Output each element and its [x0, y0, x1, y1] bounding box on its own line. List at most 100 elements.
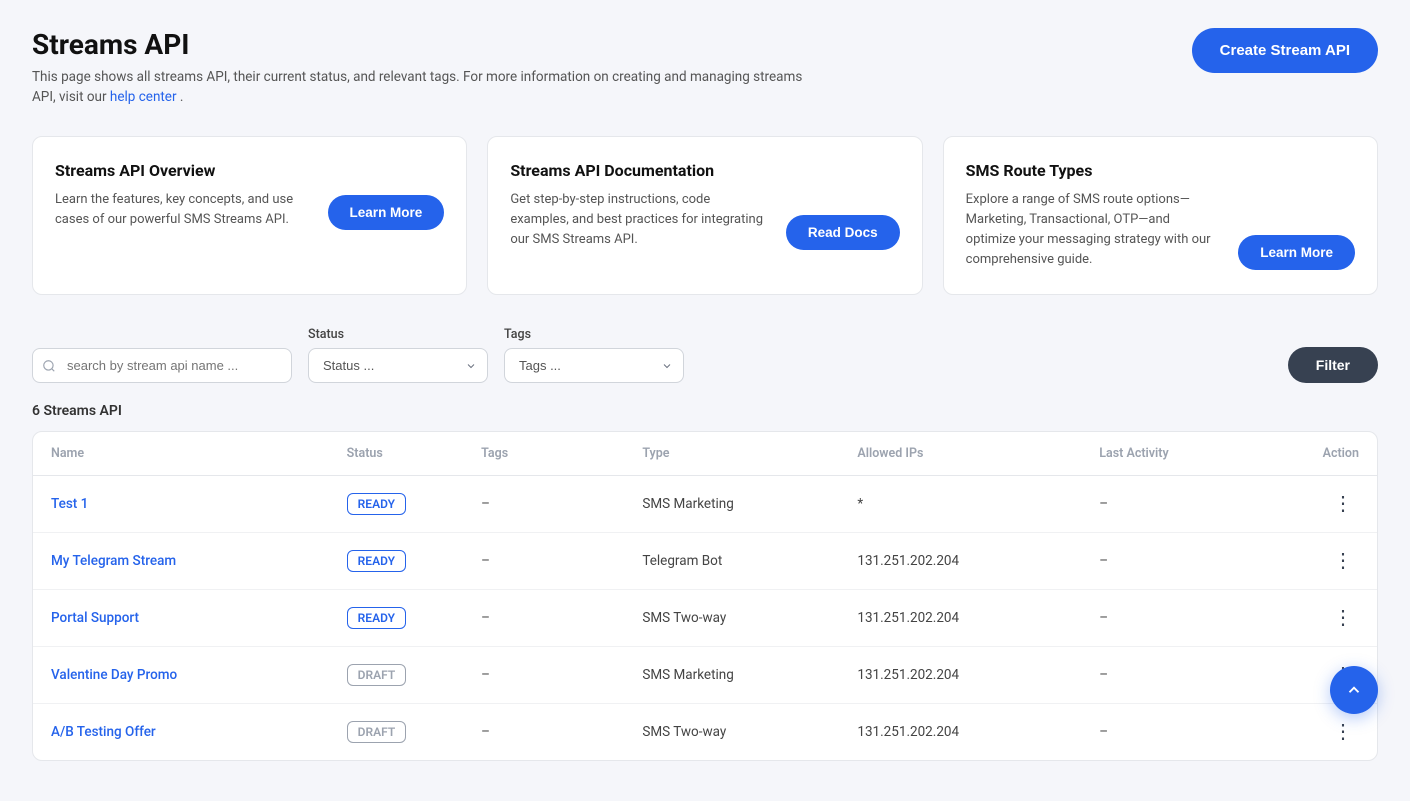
cell-last-activity-4: – [1081, 704, 1256, 761]
info-card-documentation-body: Get step-by-step instructions, code exam… [510, 190, 899, 250]
info-card-documentation-title: Streams API Documentation [510, 161, 899, 180]
col-header-action: Action [1256, 432, 1377, 476]
cell-status-0: READY [329, 476, 463, 533]
info-card-documentation: Streams API Documentation Get step-by-st… [487, 136, 922, 296]
filter-button[interactable]: Filter [1288, 347, 1378, 383]
table-header-row: Name Status Tags Type Allowed IPs Last A… [33, 432, 1377, 476]
status-badge-4: DRAFT [347, 721, 407, 743]
info-card-overview-title: Streams API Overview [55, 161, 444, 180]
cell-allowed-ips-0: * [839, 476, 1081, 533]
col-header-name: Name [33, 432, 329, 476]
cell-action-0: ⋮ [1256, 476, 1377, 533]
streams-count: 6 Streams API [32, 403, 1378, 419]
stream-name-link-1[interactable]: My Telegram Stream [51, 553, 176, 569]
cell-type-2: SMS Two-way [624, 590, 839, 647]
stream-name-link-0[interactable]: Test 1 [51, 496, 88, 512]
search-icon [42, 359, 56, 373]
cell-name-2: Portal Support [33, 590, 329, 647]
tags-label: Tags [504, 327, 684, 342]
cell-tags-1: – [463, 533, 624, 590]
cell-type-4: SMS Two-way [624, 704, 839, 761]
status-filter-group: Status Status ... [308, 327, 488, 383]
info-card-sms-route-text: Explore a range of SMS route options— Ma… [966, 190, 1223, 271]
cell-allowed-ips-2: 131.251.202.204 [839, 590, 1081, 647]
tags-select[interactable]: Tags ... [504, 348, 684, 383]
search-input[interactable] [32, 348, 292, 383]
status-badge-0: READY [347, 493, 406, 515]
page-subtitle: This page shows all streams API, their c… [32, 67, 812, 108]
info-card-sms-route: SMS Route Types Explore a range of SMS r… [943, 136, 1378, 296]
row-action-button-4[interactable]: ⋮ [1327, 720, 1359, 744]
table-body: Test 1 READY – SMS Marketing * – ⋮ My Te… [33, 476, 1377, 761]
page-header-left: Streams API This page shows all streams … [32, 28, 812, 108]
cell-type-0: SMS Marketing [624, 476, 839, 533]
cell-name-1: My Telegram Stream [33, 533, 329, 590]
cell-action-2: ⋮ [1256, 590, 1377, 647]
cell-last-activity-0: – [1081, 476, 1256, 533]
cell-name-4: A/B Testing Offer [33, 704, 329, 761]
info-card-sms-route-button[interactable]: Learn More [1238, 235, 1355, 270]
table-header: Name Status Tags Type Allowed IPs Last A… [33, 432, 1377, 476]
cell-tags-4: – [463, 704, 624, 761]
cell-name-3: Valentine Day Promo [33, 647, 329, 704]
stream-name-link-3[interactable]: Valentine Day Promo [51, 667, 177, 683]
status-badge-1: READY [347, 550, 406, 572]
info-card-sms-route-title: SMS Route Types [966, 161, 1355, 180]
info-card-documentation-text: Get step-by-step instructions, code exam… [510, 190, 770, 250]
col-header-status: Status [329, 432, 463, 476]
cell-status-4: DRAFT [329, 704, 463, 761]
status-badge-3: DRAFT [347, 664, 407, 686]
col-header-type: Type [624, 432, 839, 476]
cell-type-3: SMS Marketing [624, 647, 839, 704]
cell-name-0: Test 1 [33, 476, 329, 533]
info-card-overview-button[interactable]: Learn More [328, 195, 445, 230]
page-header: Streams API This page shows all streams … [32, 28, 1378, 108]
cell-tags-2: – [463, 590, 624, 647]
table-row: Portal Support READY – SMS Two-way 131.2… [33, 590, 1377, 647]
table-row: A/B Testing Offer DRAFT – SMS Two-way 13… [33, 704, 1377, 761]
status-select[interactable]: Status ... [308, 348, 488, 383]
row-action-button-2[interactable]: ⋮ [1327, 606, 1359, 630]
stream-name-link-2[interactable]: Portal Support [51, 610, 139, 626]
info-card-overview-text: Learn the features, key concepts, and us… [55, 190, 312, 230]
cell-status-2: READY [329, 590, 463, 647]
search-input-wrapper [32, 348, 292, 383]
info-card-overview-body: Learn the features, key concepts, and us… [55, 190, 444, 230]
cell-type-1: Telegram Bot [624, 533, 839, 590]
cell-allowed-ips-1: 131.251.202.204 [839, 533, 1081, 590]
help-center-link[interactable]: help center [110, 89, 177, 105]
cell-status-1: READY [329, 533, 463, 590]
col-header-tags: Tags [463, 432, 624, 476]
cell-action-1: ⋮ [1256, 533, 1377, 590]
row-action-button-1[interactable]: ⋮ [1327, 549, 1359, 573]
fab-scroll-up-button[interactable] [1330, 666, 1378, 714]
subtitle-end: . [180, 89, 184, 105]
stream-name-link-4[interactable]: A/B Testing Offer [51, 724, 156, 740]
info-cards-container: Streams API Overview Learn the features,… [32, 136, 1378, 296]
table-row: Test 1 READY – SMS Marketing * – ⋮ [33, 476, 1377, 533]
create-stream-api-button[interactable]: Create Stream API [1192, 28, 1378, 73]
table-row: Valentine Day Promo DRAFT – SMS Marketin… [33, 647, 1377, 704]
cell-allowed-ips-4: 131.251.202.204 [839, 704, 1081, 761]
cell-last-activity-2: – [1081, 590, 1256, 647]
cell-last-activity-1: – [1081, 533, 1256, 590]
cell-status-3: DRAFT [329, 647, 463, 704]
col-header-allowed-ips: Allowed IPs [839, 432, 1081, 476]
row-action-button-0[interactable]: ⋮ [1327, 492, 1359, 516]
up-arrow-icon [1345, 681, 1363, 699]
status-badge-2: READY [347, 607, 406, 629]
table-row: My Telegram Stream READY – Telegram Bot … [33, 533, 1377, 590]
cell-tags-3: – [463, 647, 624, 704]
tags-filter-group: Tags Tags ... [504, 327, 684, 383]
cell-allowed-ips-3: 131.251.202.204 [839, 647, 1081, 704]
page-title: Streams API [32, 28, 812, 61]
filters-row: Status Status ... Tags Tags ... Filter [32, 327, 1378, 383]
info-card-documentation-button[interactable]: Read Docs [786, 215, 900, 250]
col-header-last-activity: Last Activity [1081, 432, 1256, 476]
info-card-overview: Streams API Overview Learn the features,… [32, 136, 467, 296]
info-card-sms-route-body: Explore a range of SMS route options— Ma… [966, 190, 1355, 271]
search-filter-group [32, 348, 292, 383]
cell-last-activity-3: – [1081, 647, 1256, 704]
streams-table-wrapper: Name Status Tags Type Allowed IPs Last A… [32, 431, 1378, 761]
streams-table: Name Status Tags Type Allowed IPs Last A… [33, 432, 1377, 760]
